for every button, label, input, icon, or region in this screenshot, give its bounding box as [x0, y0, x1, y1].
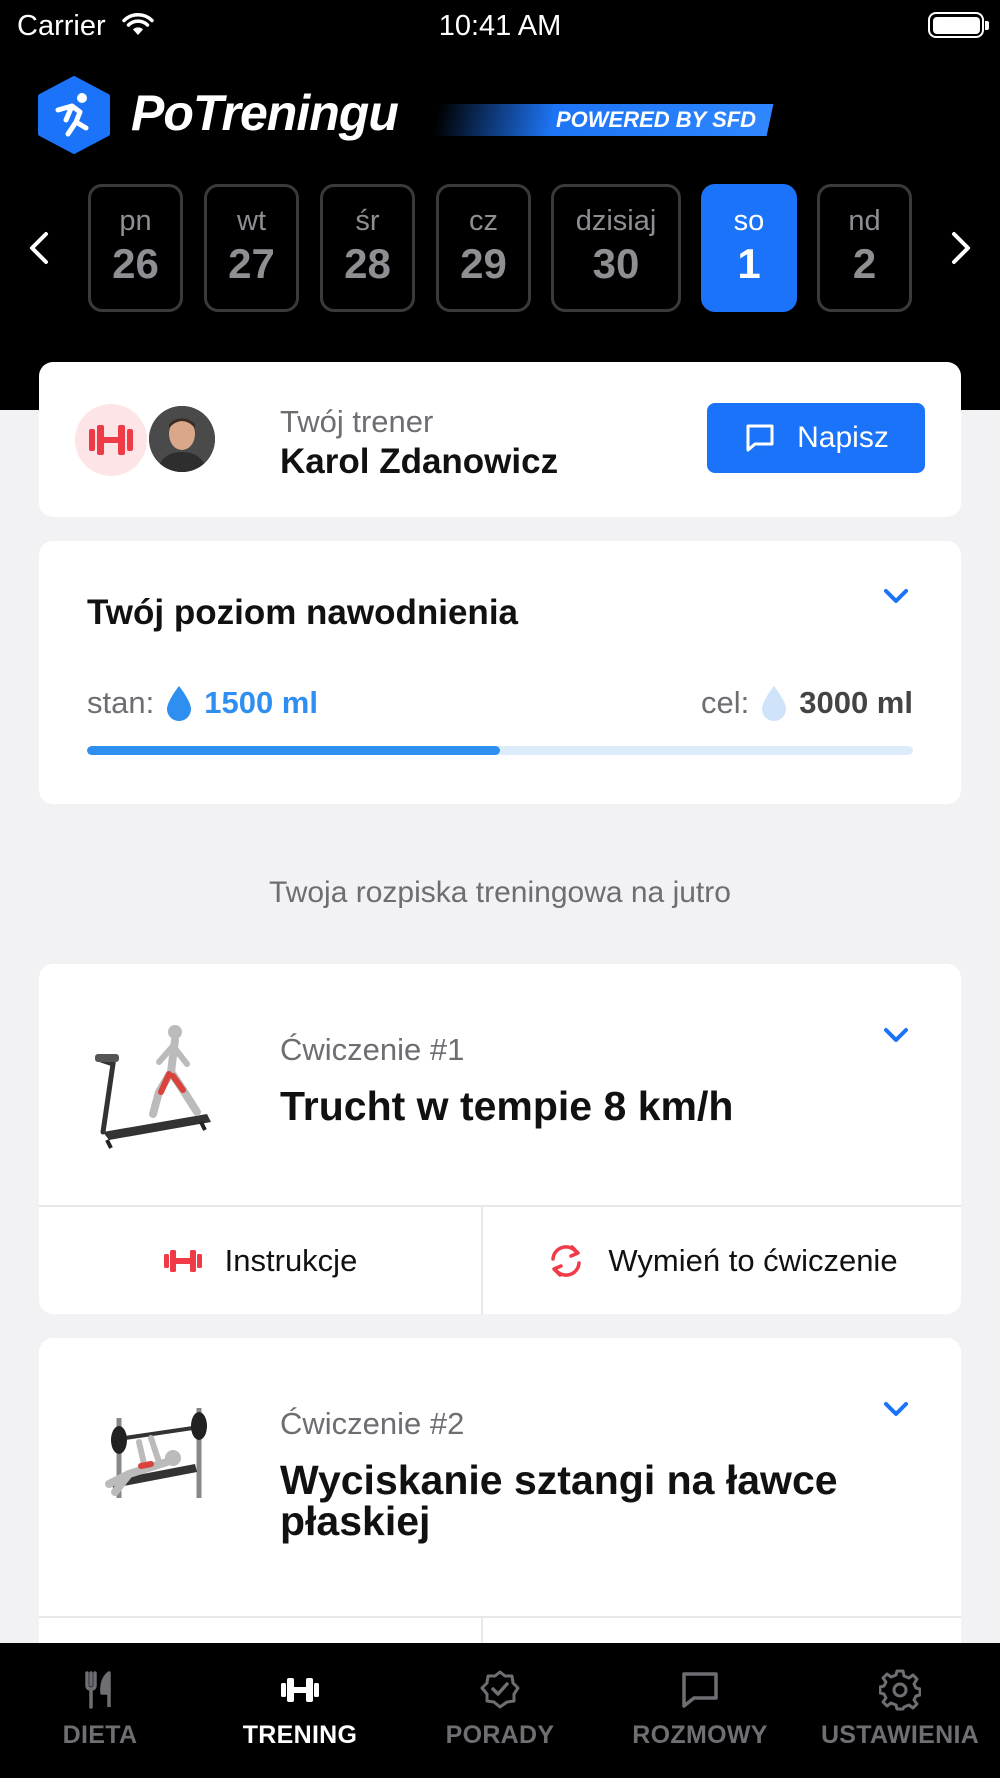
swap-exercise-label: Wymień to ćwiczenie	[608, 1242, 898, 1278]
badge-check-icon	[480, 1670, 520, 1709]
bottom-tab-bar: DIETA TRENING PORADY ROZMOWY USTAWIENIA	[0, 1643, 1000, 1778]
tab-label: TRENING	[242, 1721, 358, 1749]
day-sr[interactable]: śr 28	[320, 184, 415, 312]
exercise-actions: Instrukcje Wymień to ćwiczenie	[39, 1205, 961, 1314]
day-wt[interactable]: wt 27	[204, 184, 299, 312]
day-name: wt	[237, 205, 266, 237]
dumbbell-icon	[281, 1678, 319, 1702]
coach-name: Karol Zdanowicz	[280, 442, 559, 481]
day-pn[interactable]: pn 26	[88, 184, 183, 312]
brand-name: PoTreningu	[131, 85, 399, 141]
runner-logo-icon	[38, 76, 110, 154]
powered-by-label: POWERED BY SFD	[555, 107, 756, 132]
day-name: nd	[848, 205, 881, 237]
exercise-card[interactable]: Ćwiczenie #1 Trucht w tempie 8 km/h Inst…	[39, 964, 961, 1314]
dumbbell-icon	[163, 1249, 202, 1272]
goal-value: 3000 ml	[799, 685, 913, 720]
plan-section-title: Twoja rozpiska treningowa na jutro	[269, 876, 731, 909]
hydration-progress-bar	[87, 746, 913, 755]
swap-refresh-icon	[551, 1244, 582, 1277]
instructions-label: Instrukcje	[224, 1242, 358, 1278]
goal-label: cel:	[700, 685, 750, 720]
day-nd[interactable]: nd 2	[817, 184, 912, 312]
hydration-card[interactable]: Twój poziom nawodnienia stan: 1500 ml ce…	[39, 541, 961, 804]
coach-card: Twój trener Karol Zdanowicz Napisz	[39, 362, 961, 517]
day-date: 26	[112, 240, 159, 287]
fork-knife-icon	[85, 1671, 111, 1709]
message-button-label: Napisz	[797, 421, 889, 454]
day-name: śr	[355, 205, 380, 237]
chevron-down-icon[interactable]	[881, 1020, 911, 1050]
header: Carrier 10:41 AM PoTreningu POWERED BY S…	[0, 0, 1000, 410]
battery-nub	[985, 21, 989, 30]
water-drop-light-icon	[762, 686, 787, 721]
previous-week-arrow-icon[interactable]	[20, 224, 60, 272]
gear-icon	[879, 1669, 921, 1711]
dumbbell-icon	[75, 404, 147, 476]
hydration-title: Twój poziom nawodnienia	[87, 593, 519, 632]
tab-label: USTAWIENIA	[820, 1721, 980, 1749]
treadmill-exercise-image	[89, 1014, 229, 1154]
tab-label: DIETA	[62, 1721, 138, 1749]
tab-porady[interactable]: PORADY	[400, 1643, 600, 1778]
chevron-down-icon[interactable]	[881, 581, 911, 611]
chevron-down-icon[interactable]	[881, 1394, 911, 1424]
day-cz[interactable]: cz 29	[436, 184, 531, 312]
day-dzisiaj[interactable]: dzisiaj 30	[551, 184, 681, 312]
tab-rozmowy[interactable]: ROZMOWY	[600, 1643, 800, 1778]
next-week-arrow-icon[interactable]	[940, 224, 980, 272]
message-coach-button[interactable]: Napisz	[707, 403, 925, 473]
bench-press-exercise-image	[89, 1388, 229, 1528]
chat-icon	[682, 1672, 718, 1708]
current-level-value: 1500 ml	[204, 685, 318, 720]
day-so-selected[interactable]: so 1	[701, 184, 797, 312]
water-drop-icon	[167, 686, 192, 721]
current-level-label: stan:	[87, 685, 155, 720]
hydration-progress-fill	[87, 746, 500, 755]
tab-label: ROZMOWY	[632, 1721, 768, 1749]
exercise-number: Ćwiczenie #1	[280, 1032, 465, 1067]
tab-trening[interactable]: TRENING	[200, 1643, 400, 1778]
tab-dieta[interactable]: DIETA	[0, 1643, 200, 1778]
swap-exercise-button[interactable]: Wymień to ćwiczenie	[483, 1207, 961, 1314]
day-date: 2	[852, 240, 877, 287]
week-selector: pn 26 wt 27 śr 28 cz 29 dzisiaj 30 so 1 …	[0, 182, 1000, 314]
day-date: 30	[592, 240, 640, 287]
exercise-number: Ćwiczenie #2	[280, 1406, 465, 1441]
day-name: cz	[469, 205, 498, 237]
chat-bubble-icon	[746, 424, 774, 452]
day-name: pn	[119, 205, 152, 237]
instructions-button[interactable]: Instrukcje	[39, 1207, 483, 1314]
clock: 10:41 AM	[438, 10, 562, 42]
status-bar: Carrier 10:41 AM	[0, 0, 1000, 50]
tab-ustawienia[interactable]: USTAWIENIA	[800, 1643, 1000, 1778]
exercise-name: Wyciskanie sztangi na ławce płaskiej	[280, 1457, 838, 1544]
day-name: dzisiaj	[575, 205, 657, 237]
day-date: 1	[737, 240, 761, 287]
day-name: so	[733, 205, 765, 237]
day-date: 29	[460, 240, 507, 287]
powered-by-banner: POWERED BY SFD	[432, 104, 774, 136]
day-date: 27	[228, 240, 275, 287]
day-date: 28	[344, 240, 391, 287]
coach-label: Twój trener	[280, 404, 434, 439]
exercise-name: Trucht w tempie 8 km/h	[280, 1083, 734, 1129]
tab-label: PORADY	[445, 1721, 555, 1749]
battery-icon	[928, 12, 984, 38]
coach-avatar[interactable]	[149, 406, 215, 472]
